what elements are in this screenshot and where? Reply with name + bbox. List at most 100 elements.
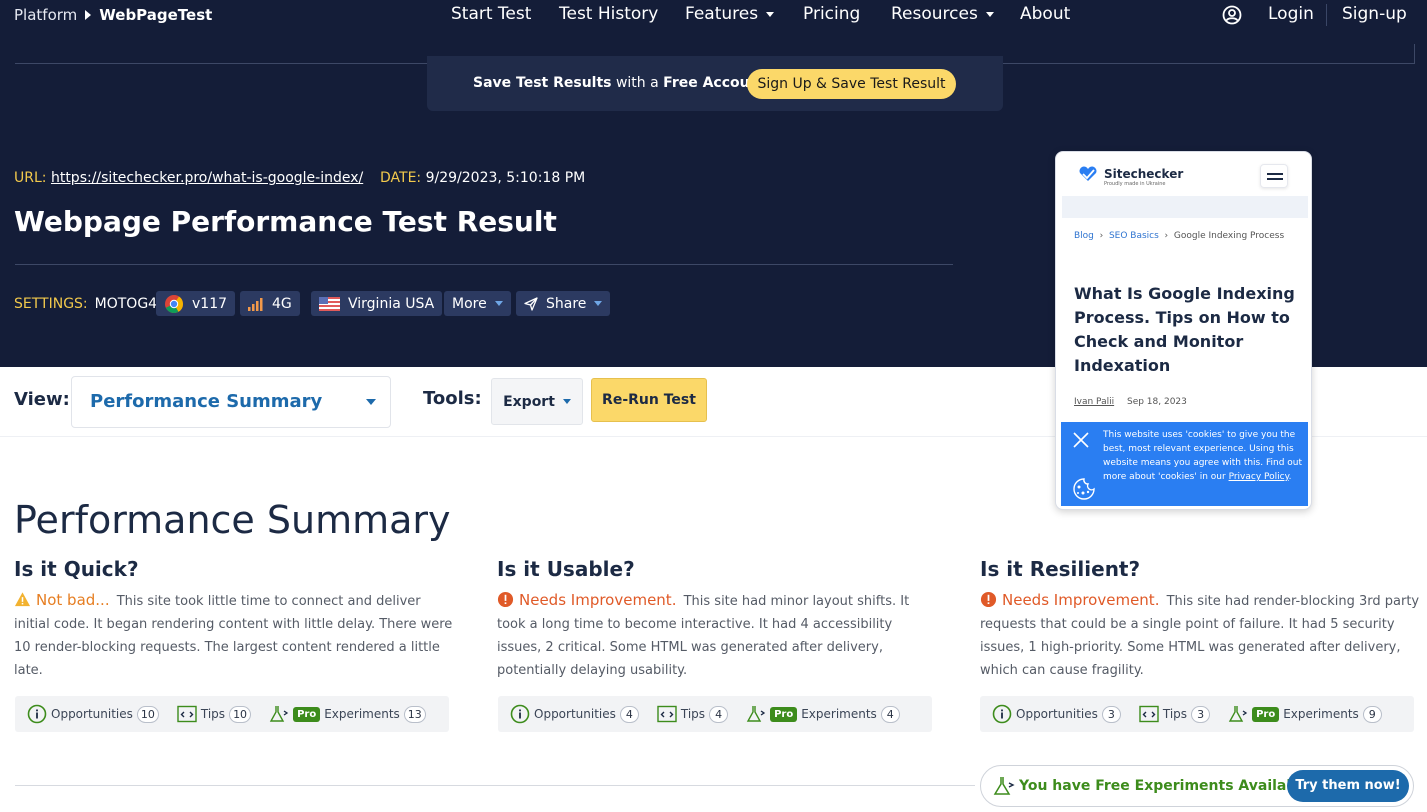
paper-plane-icon: [524, 296, 538, 311]
network-type: 4G: [272, 295, 292, 312]
summary-resilient: Is it Resilient? Needs Improvement. This…: [980, 557, 1420, 682]
save-banner-bold1: Save Test Results: [473, 75, 612, 91]
quick-experiments-count: 13: [403, 705, 426, 723]
platform-link[interactable]: Platform: [14, 6, 77, 24]
quick-tips[interactable]: Tips 10: [177, 705, 252, 723]
quick-experiments[interactable]: Pro Experiments 13: [269, 704, 426, 724]
view-select[interactable]: Performance Summary: [71, 376, 391, 428]
resilient-description: Needs Improvement. This site had render-…: [980, 589, 1420, 682]
test-date: DATE: 9/29/2023, 5:10:18 PM: [380, 170, 585, 186]
share-dropdown[interactable]: Share: [516, 291, 611, 316]
usable-tips[interactable]: Tips 4: [657, 705, 729, 723]
thumbnail-band: [1062, 196, 1308, 218]
network-chip: 4G: [240, 291, 300, 316]
pro-badge: Pro: [293, 706, 321, 722]
cookie-icon: [1073, 478, 1095, 500]
nav-pricing[interactable]: Pricing: [803, 4, 860, 24]
url-label: URL:: [14, 170, 47, 186]
resilient-experiments-count: 9: [1362, 705, 1382, 723]
quick-opportunities[interactable]: Opportunities 10: [27, 704, 159, 724]
export-label: Export: [503, 393, 555, 410]
usable-opportunities-label: Opportunities: [534, 707, 616, 721]
signal-bars-icon: [248, 297, 263, 311]
try-them-now-button[interactable]: Try them now!: [1287, 770, 1409, 802]
resilient-tips[interactable]: Tips 3: [1139, 705, 1211, 723]
info-circle-icon: [510, 704, 530, 724]
exclamation-circle-icon: [497, 591, 514, 608]
nav-resources[interactable]: Resources: [891, 4, 994, 24]
resilient-heading: Is it Resilient?: [980, 557, 1141, 581]
signup-save-button[interactable]: Sign Up & Save Test Result: [747, 69, 956, 99]
nav-features[interactable]: Features: [685, 4, 775, 24]
resilient-actions-bar: Opportunities 3 Tips 3 Pro Experiments 9: [980, 696, 1414, 732]
bc-seo-basics: SEO Basics: [1108, 231, 1159, 241]
chevron-down-icon: [985, 11, 994, 17]
tested-url-link[interactable]: https://sitechecker.pro/what-is-google-i…: [51, 170, 363, 186]
logo-text: Sitechecker: [1104, 167, 1184, 181]
user-circle-icon[interactable]: [1222, 5, 1242, 25]
resilient-experiments[interactable]: Pro Experiments 9: [1228, 704, 1382, 724]
nav-test-history[interactable]: Test History: [559, 4, 658, 24]
info-circle-icon: [27, 704, 47, 724]
export-dropdown[interactable]: Export: [491, 378, 583, 425]
save-banner-text: Save Test Results with a Free Account: [473, 75, 766, 91]
platform-breadcrumb: Platform WebPageTest: [14, 6, 212, 24]
quick-opportunities-label: Opportunities: [51, 707, 133, 721]
quick-experiments-label: Experiments: [324, 707, 400, 721]
page-screenshot-thumbnail[interactable]: Sitechecker Proudly made in Ukraine Blog…: [1055, 151, 1312, 510]
thumbnail-breadcrumb: Blog › SEO Basics › Google Indexing Proc…: [1074, 231, 1285, 241]
thumbnail-date: Sep 18, 2023: [1126, 397, 1187, 407]
free-experiments-promo: You have Free Experiments Available! Try…: [980, 765, 1414, 807]
resilient-experiments-label: Experiments: [1283, 707, 1359, 721]
usable-experiments[interactable]: Pro Experiments 4: [746, 704, 900, 724]
resilient-status: Needs Improvement.: [1002, 591, 1160, 609]
resilient-opportunities[interactable]: Opportunities 3: [992, 704, 1121, 724]
quick-description: Not bad... This site took little time to…: [14, 589, 454, 682]
quick-opportunities-count: 10: [136, 705, 159, 723]
nav-about[interactable]: About: [1020, 4, 1070, 24]
usable-opportunities[interactable]: Opportunities 4: [510, 704, 639, 724]
usable-actions-bar: Opportunities 4 Tips 4 Pro Experiments 4: [498, 696, 932, 732]
top-navigation: Platform WebPageTest Start Test Test His…: [0, 0, 1427, 32]
view-label: View:: [14, 389, 70, 410]
chevron-down-icon: [594, 301, 603, 306]
test-meta: URL: https://sitechecker.pro/what-is-goo…: [14, 170, 585, 186]
summary-usable: Is it Usable? Needs Improvement. This si…: [497, 557, 937, 682]
settings-row: SETTINGS: MOTOG4: [14, 291, 157, 316]
us-flag-icon: [319, 296, 340, 311]
flask-icon: [1228, 706, 1248, 722]
usable-experiments-label: Experiments: [801, 707, 877, 721]
resilient-opportunities-label: Opportunities: [1016, 707, 1098, 721]
nav-pricing-label: Pricing: [803, 4, 861, 24]
usable-description: Needs Improvement. This site had minor l…: [497, 589, 937, 682]
more-dropdown[interactable]: More: [444, 291, 511, 316]
logo-subtext: Proudly made in Ukraine: [1104, 181, 1166, 187]
nav-start-test[interactable]: Start Test: [451, 4, 531, 24]
code-window-icon: [1139, 705, 1159, 723]
login-link[interactable]: Login: [1268, 4, 1314, 24]
title-divider: [15, 264, 953, 265]
chevron-down-icon: [766, 11, 775, 17]
resilient-opportunities-count: 3: [1101, 705, 1121, 723]
flask-icon: [746, 706, 766, 722]
resilient-tips-label: Tips: [1162, 707, 1188, 721]
brand-link[interactable]: WebPageTest: [99, 6, 212, 24]
hamburger-icon: [1260, 164, 1288, 188]
tools-label: Tools:: [423, 388, 482, 409]
more-label: More: [452, 295, 487, 312]
cookie-end: .: [1288, 472, 1292, 482]
signup-link[interactable]: Sign-up: [1342, 4, 1407, 24]
cookie-policy-link: Privacy Policy: [1228, 472, 1289, 482]
bc-current: Google Indexing Process: [1173, 231, 1285, 241]
chevron-down-icon: [494, 301, 503, 306]
rerun-test-button[interactable]: Re-Run Test: [591, 378, 707, 422]
usable-experiments-count: 4: [880, 705, 900, 723]
browser-chip: v117: [156, 291, 236, 316]
flask-icon: [993, 777, 1015, 795]
close-icon: [1073, 432, 1089, 448]
summary-title: Performance Summary: [14, 498, 451, 542]
location-chip: Virginia USA: [311, 291, 443, 316]
quick-tips-label: Tips: [200, 707, 226, 721]
quick-heading: Is it Quick?: [14, 557, 139, 581]
thumbnail-article-title: What Is Google Indexing Process. Tips on…: [1074, 284, 1295, 375]
